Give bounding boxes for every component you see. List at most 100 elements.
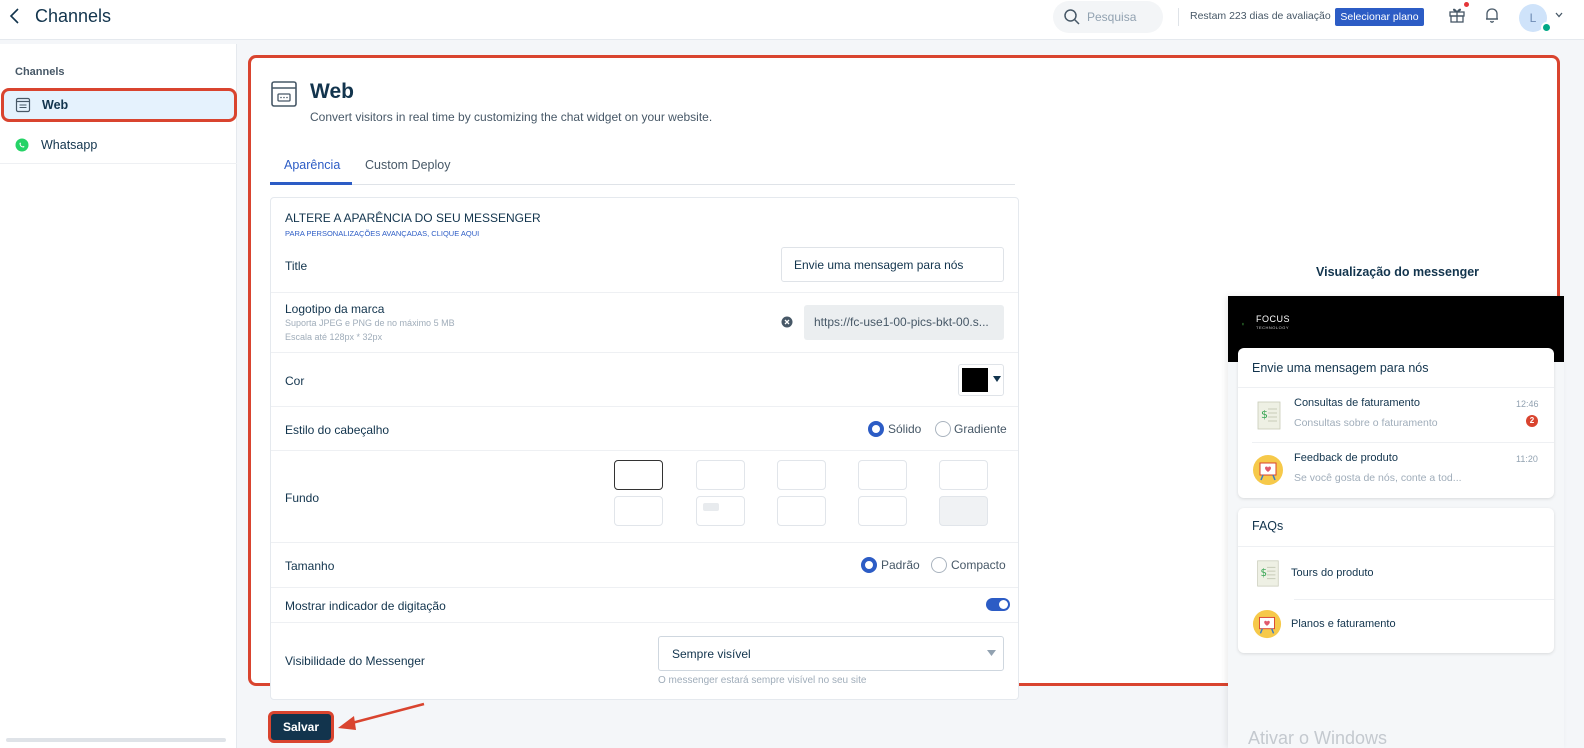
conversation-card-title: Envie uma mensagem para nós xyxy=(1252,361,1429,375)
brand-name: FOCUS xyxy=(1256,314,1290,324)
close-circle-icon[interactable] xyxy=(781,316,793,328)
radio-gradient[interactable] xyxy=(935,421,951,437)
divider xyxy=(1178,8,1179,26)
select-plan-button[interactable]: Selecionar plano xyxy=(1335,8,1424,26)
background-option[interactable] xyxy=(696,496,745,526)
scrollbar[interactable] xyxy=(6,738,226,742)
sidebar-item-web[interactable]: Web xyxy=(1,88,237,122)
active-tab-indicator xyxy=(270,182,352,185)
top-bar: Channels Restam 223 dias de avaliação Se… xyxy=(0,0,1584,40)
faq-item[interactable]: $ Tours do produto xyxy=(1238,550,1554,598)
color-swatch xyxy=(962,368,988,392)
brand-logo-icon xyxy=(1242,322,1244,326)
divider xyxy=(1294,599,1554,600)
os-activation-watermark: Ativar o Windows xyxy=(1248,728,1388,748)
advanced-customization-link[interactable]: PARA PERSONALIZAÇÕES AVANÇADAS, CLIQUE A… xyxy=(285,229,479,238)
chat-bubble-icon xyxy=(703,503,719,511)
sidebar-heading: Channels xyxy=(15,66,65,78)
feedback-board-icon xyxy=(1253,455,1283,485)
conversation-preview: Se você gosta de nós, conte a tod... xyxy=(1294,472,1462,484)
radio-solid[interactable] xyxy=(868,421,884,437)
form-heading: ALTERE A APARÊNCIA DO SEU MESSENGER xyxy=(285,211,541,225)
billing-receipt-icon: $ xyxy=(1257,401,1281,430)
background-option[interactable] xyxy=(858,496,907,526)
preview-title: Visualização do messenger xyxy=(1316,265,1480,279)
divider xyxy=(271,622,1018,623)
logo-hint: Suporta JPEG e PNG de no máximo 5 MB xyxy=(285,318,455,328)
radio-default[interactable] xyxy=(861,557,877,573)
divider xyxy=(271,352,1018,353)
sidebar-item-label: Whatsapp xyxy=(41,138,98,152)
gift-icon[interactable] xyxy=(1448,6,1466,24)
radio-label: Gradiente xyxy=(954,422,1007,436)
svg-text:$: $ xyxy=(1260,567,1267,579)
sidebar-item-whatsapp[interactable]: Whatsapp xyxy=(0,128,237,162)
visibility-select[interactable]: Sempre visível xyxy=(658,636,1004,671)
divider xyxy=(1238,546,1554,547)
background-option[interactable] xyxy=(939,460,988,490)
conversation-item[interactable]: $ Consultas de faturamento Consultas sob… xyxy=(1238,387,1554,441)
background-option[interactable] xyxy=(614,460,663,490)
search-icon xyxy=(1064,9,1080,25)
appearance-form: ALTERE A APARÊNCIA DO SEU MESSENGER PARA… xyxy=(270,197,1019,700)
page-title: Web xyxy=(310,80,354,103)
faq-item[interactable]: Planos e faturamento xyxy=(1238,601,1554,649)
color-picker[interactable] xyxy=(958,364,1004,396)
page-header-title: Channels xyxy=(35,6,112,26)
typing-indicator-label: Mostrar indicador de digitação xyxy=(285,599,446,613)
faq-label: Tours do produto xyxy=(1291,567,1374,579)
bell-icon[interactable] xyxy=(1483,6,1501,24)
web-widget-icon xyxy=(271,81,297,107)
logo-url-field[interactable]: https://fc-use1-00-pics-bkt-00.s... xyxy=(804,305,1004,340)
title-label: Title xyxy=(285,259,308,273)
conversation-card: Envie uma mensagem para nós $ Consultas … xyxy=(1238,348,1554,498)
divider xyxy=(271,587,1018,588)
brand-logo-label: Logotipo da marca xyxy=(285,302,385,316)
divider xyxy=(271,450,1018,451)
conversation-time: 11:20 xyxy=(1516,454,1538,464)
divider xyxy=(271,292,1018,293)
color-label: Cor xyxy=(285,374,305,388)
background-option[interactable] xyxy=(696,460,745,490)
tab-appearance[interactable]: Aparência xyxy=(284,158,340,172)
sidebar: Channels Web Whatsapp xyxy=(0,44,237,748)
whatsapp-icon xyxy=(15,138,29,152)
radio-compact[interactable] xyxy=(931,557,947,573)
search-box[interactable] xyxy=(1053,1,1163,33)
divider xyxy=(0,163,237,164)
background-label: Fundo xyxy=(285,491,320,505)
visibility-label: Visibilidade do Messenger xyxy=(285,654,425,668)
radio-label: Padrão xyxy=(881,558,920,572)
conversation-time: 12:46 xyxy=(1516,399,1539,409)
feedback-board-icon xyxy=(1252,609,1282,639)
conversation-item[interactable]: Feedback de produto Se você gosta de nós… xyxy=(1238,442,1554,496)
conversation-name: Consultas de faturamento xyxy=(1294,397,1420,409)
online-status-indicator xyxy=(1541,22,1552,33)
faq-title: FAQs xyxy=(1252,519,1284,533)
background-option[interactable] xyxy=(939,496,988,526)
web-widget-icon xyxy=(15,97,31,113)
page-description: Convert visitors in real time by customi… xyxy=(310,110,713,124)
tab-custom-deploy[interactable]: Custom Deploy xyxy=(365,158,450,172)
divider xyxy=(271,406,1018,407)
background-option[interactable] xyxy=(858,460,907,490)
faq-label: Planos e faturamento xyxy=(1291,618,1396,630)
billing-receipt-icon: $ xyxy=(1257,560,1279,587)
radio-label: Compacto xyxy=(951,558,1006,572)
divider xyxy=(271,542,1018,543)
typing-indicator-toggle[interactable] xyxy=(986,598,1010,611)
save-button[interactable]: Salvar xyxy=(268,711,334,743)
search-input[interactable] xyxy=(1087,7,1159,27)
chevron-left-icon[interactable] xyxy=(6,6,24,26)
background-option[interactable] xyxy=(777,460,826,490)
chevron-down-icon[interactable] xyxy=(1555,12,1563,18)
title-input[interactable] xyxy=(781,247,1004,282)
toggle-knob xyxy=(999,600,1008,609)
unread-badge: 2 xyxy=(1526,415,1538,427)
conversation-preview: Consultas sobre o faturamento xyxy=(1294,417,1438,429)
faq-card: FAQs $ Tours do produto Planos e faturam… xyxy=(1238,508,1554,653)
svg-text:$: $ xyxy=(1261,408,1268,421)
background-option[interactable] xyxy=(614,496,663,526)
background-option[interactable] xyxy=(777,496,826,526)
notification-dot xyxy=(1464,2,1469,7)
